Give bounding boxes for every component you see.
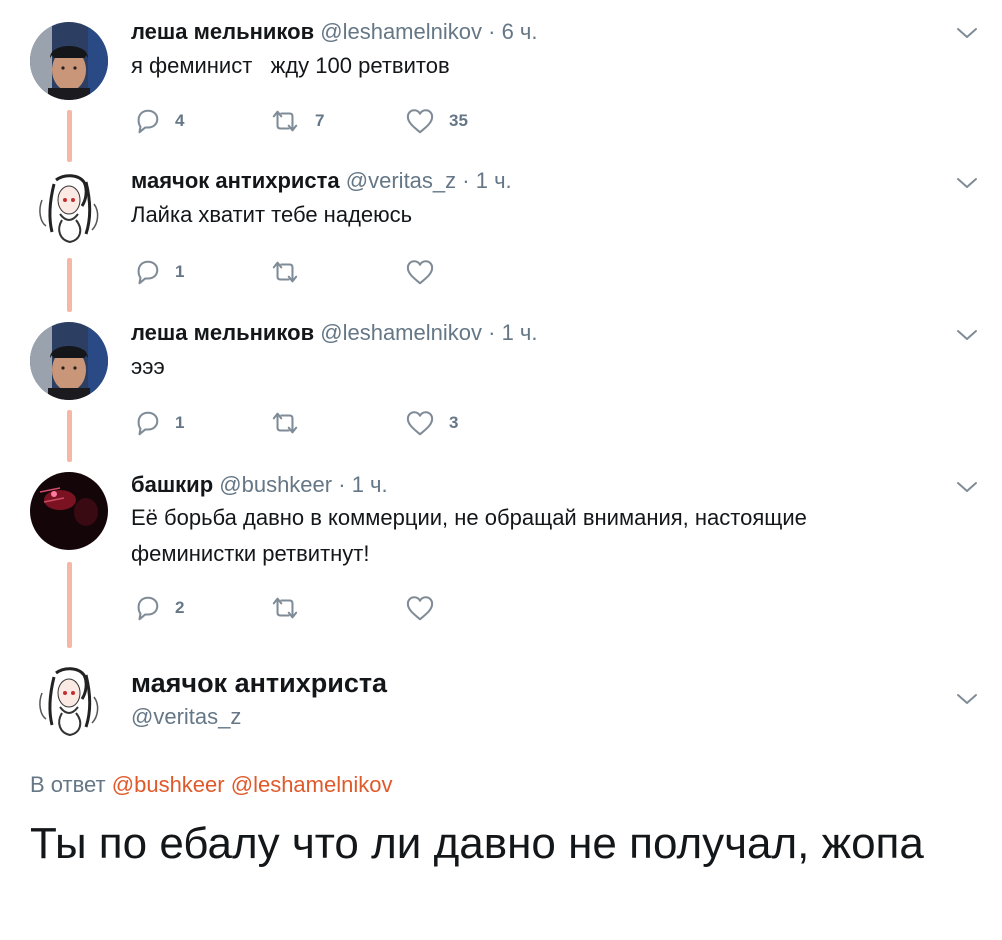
reply-context: В ответ @bushkeer @leshamelnikov (30, 772, 392, 798)
handle[interactable]: @leshamelnikov (320, 19, 482, 44)
display-name[interactable]: башкир (131, 472, 213, 497)
heart-icon (405, 594, 435, 622)
reply-count: 4 (175, 111, 185, 130)
main-display-name[interactable]: маячок антихриста (131, 668, 387, 699)
tweet-actions: 1 3 (131, 408, 531, 438)
avatar[interactable] (30, 663, 108, 741)
tweet-actions: 2 (131, 593, 531, 623)
thread-connector-line (67, 110, 72, 162)
avatar[interactable] (30, 170, 108, 248)
chevron-down-icon[interactable] (956, 328, 978, 342)
thread-connector-line (67, 562, 72, 648)
tweet-text: Её борьба давно в коммерции, не обращай … (131, 505, 807, 566)
chevron-down-icon[interactable] (956, 480, 978, 494)
thread-tweet[interactable]: леша мельников @leshamelnikov · 1 ч. эээ… (0, 310, 1002, 462)
like-count: 3 (449, 413, 459, 432)
separator: · (462, 168, 470, 193)
display-name[interactable]: леша мельников (131, 19, 314, 44)
display-name[interactable]: леша мельников (131, 320, 314, 345)
thread-connector-line (67, 410, 72, 462)
tweet-header: башкир @bushkeer · 1 ч. (131, 472, 388, 498)
handle[interactable]: @veritas_z (346, 168, 456, 193)
like-button[interactable] (405, 257, 449, 287)
heart-icon (405, 409, 435, 437)
mention-link[interactable]: @leshamelnikov (231, 772, 393, 797)
reply-prefix: В ответ (30, 772, 106, 797)
timestamp[interactable]: 1 ч. (476, 168, 512, 193)
separator: · (488, 19, 496, 44)
mention-link[interactable]: @bushkeer (112, 772, 225, 797)
retweet-icon (269, 258, 301, 286)
like-button[interactable]: 35 (405, 106, 468, 136)
tweet-text: Лайка хватит тебе надеюсь (131, 202, 413, 227)
thread-tweet[interactable]: маячок антихриста @veritas_z · 1 ч. Лайк… (0, 160, 1002, 312)
like-button[interactable] (405, 593, 449, 623)
reply-count: 2 (175, 598, 185, 617)
retweet-button[interactable] (269, 593, 315, 623)
tweet-actions: 1 (131, 257, 531, 287)
retweet-icon (269, 409, 301, 437)
retweet-icon (269, 594, 301, 622)
heart-icon (405, 107, 435, 135)
like-button[interactable]: 3 (405, 408, 458, 438)
retweet-button[interactable] (269, 257, 315, 287)
tweet-header: маячок антихриста @veritas_z · 1 ч. (131, 168, 512, 194)
display-name[interactable]: маячок антихриста (131, 168, 340, 193)
separator: · (488, 320, 496, 345)
separator: · (338, 472, 346, 497)
tweet-text: эээ (131, 354, 165, 379)
handle[interactable]: @leshamelnikov (320, 320, 482, 345)
avatar[interactable] (30, 322, 108, 400)
thread-tweet[interactable]: леша мельников @leshamelnikov · 6 ч. я ф… (0, 0, 1002, 162)
heart-icon (405, 258, 435, 286)
reply-button[interactable]: 1 (133, 408, 184, 438)
reply-icon (133, 409, 161, 437)
timestamp[interactable]: 1 ч. (352, 472, 388, 497)
tweet-text: я феминист жду 100 ретвитов (131, 53, 450, 78)
reply-icon (133, 107, 161, 135)
tweet-header: леша мельников @leshamelnikov · 1 ч. (131, 320, 537, 346)
chevron-down-icon[interactable] (956, 692, 978, 706)
retweet-count: 7 (315, 111, 325, 130)
avatar[interactable] (30, 22, 108, 100)
retweet-button[interactable] (269, 408, 315, 438)
thread-connector-line (67, 258, 72, 312)
thread-tweet[interactable]: башкир @bushkeer · 1 ч. Её борьба давно … (0, 460, 1002, 650)
reply-button[interactable]: 1 (133, 257, 184, 287)
reply-count: 1 (175, 262, 185, 281)
like-count: 35 (449, 111, 468, 130)
chevron-down-icon[interactable] (956, 176, 978, 190)
main-tweet-text: Ты по ебалу что ли давно не получал, жоп… (30, 819, 924, 868)
timestamp[interactable]: 1 ч. (502, 320, 538, 345)
avatar[interactable] (30, 472, 108, 550)
retweet-button[interactable]: 7 (269, 106, 324, 136)
reply-icon (133, 594, 161, 622)
reply-count: 1 (175, 413, 185, 432)
reply-button[interactable]: 4 (133, 106, 184, 136)
handle[interactable]: @bushkeer (219, 472, 332, 497)
tweet-header: леша мельников @leshamelnikov · 6 ч. (131, 19, 537, 45)
retweet-icon (269, 107, 301, 135)
conversation-thread: леша мельников @leshamelnikov · 6 ч. я ф… (0, 0, 1002, 940)
reply-icon (133, 258, 161, 286)
tweet-actions: 4 7 35 (131, 106, 531, 136)
timestamp[interactable]: 6 ч. (502, 19, 538, 44)
reply-button[interactable]: 2 (133, 593, 184, 623)
main-handle[interactable]: @veritas_z (131, 704, 241, 730)
chevron-down-icon[interactable] (956, 26, 978, 40)
